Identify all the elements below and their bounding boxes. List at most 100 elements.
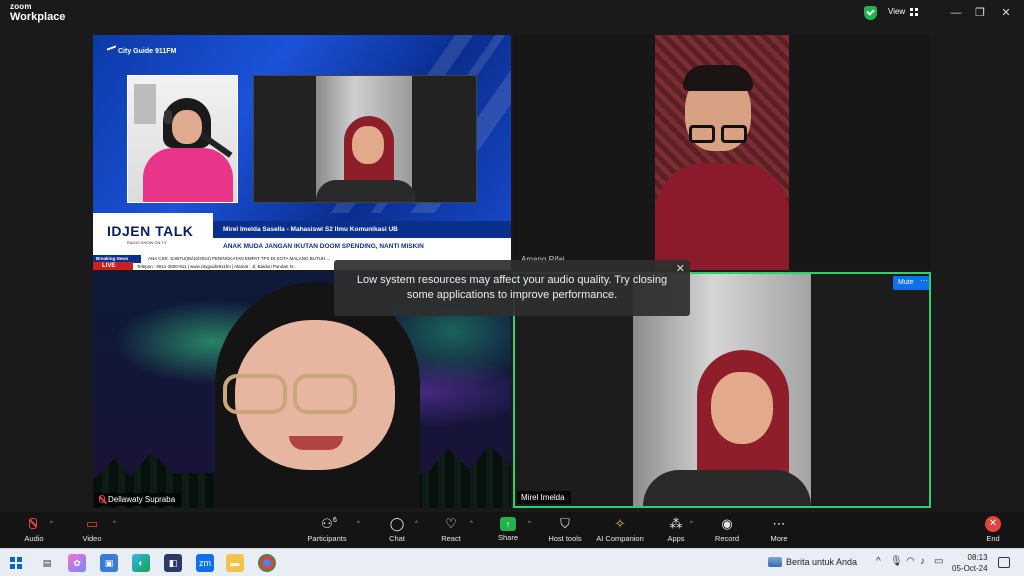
- participant-shoulders: [643, 470, 811, 506]
- video-tile-broadcast[interactable]: City Guide 911FM IDJEN TALK RADIO SHOW O…: [93, 35, 511, 270]
- heart-icon: ♡: [445, 516, 457, 531]
- audio-label: Audio: [24, 534, 44, 543]
- chat-label: Chat: [389, 534, 405, 543]
- share-options-chevron-icon[interactable]: ^: [528, 521, 531, 527]
- ticker-line-1: ANA CSR. SABTU(05/10/2024) PENINGKATAN E…: [148, 256, 331, 261]
- news-widget[interactable]: Berita untuk Anda: [768, 557, 857, 567]
- record-icon: ◉: [721, 516, 733, 531]
- participants-button[interactable]: ⚇ 6 Participants: [304, 516, 350, 543]
- guest-face: [352, 126, 384, 164]
- react-options-chevron-icon[interactable]: ^: [470, 521, 473, 527]
- participants-icon: ⚇ 6: [318, 516, 337, 532]
- shield-icon: ⛉: [560, 516, 570, 531]
- notification-message: Low system resources may affect your aud…: [356, 274, 668, 301]
- chat-options-chevron-icon[interactable]: ^: [415, 521, 418, 527]
- bird-icon: [107, 45, 116, 55]
- glasses-left: [223, 374, 287, 414]
- show-logo: IDJEN TALK RADIO SHOW ON TV: [93, 213, 213, 255]
- ai-companion-button[interactable]: ✧ AI Companion: [594, 516, 646, 543]
- chrome-icon[interactable]: [258, 554, 276, 572]
- system-clock[interactable]: 08:13 05-Oct-24: [952, 552, 988, 574]
- view-button[interactable]: View: [888, 7, 905, 16]
- video-button[interactable]: ▭ Video: [78, 516, 106, 543]
- file-explorer-icon[interactable]: ▬: [226, 554, 244, 572]
- participant-more-button[interactable]: ···: [917, 276, 929, 290]
- zoom-meeting-window: zoom Workplace View — ❐ ✕ City Guide 911…: [0, 0, 1024, 576]
- cityguide-logo: City Guide 911FM: [107, 45, 177, 55]
- apps-label: Apps: [667, 534, 685, 543]
- tray-chevron-icon[interactable]: ^: [876, 556, 881, 567]
- glasses-right: [293, 374, 357, 414]
- host-face: [172, 110, 202, 144]
- audio-button[interactable]: Audio: [20, 516, 48, 543]
- audio-options-chevron-icon[interactable]: ^: [50, 521, 53, 527]
- app-icon[interactable]: ◧: [164, 554, 182, 572]
- participant-face: [711, 372, 773, 444]
- windows-taskbar: ▤ ✿ ▣ ◐ ◧ zm ▬ Berita untuk Anda ^ 🎙 ◠ ♪…: [0, 548, 1024, 576]
- participants-label: Participants: [307, 534, 347, 543]
- notification-center-icon[interactable]: [998, 557, 1010, 568]
- task-view-icon[interactable]: ▤: [38, 554, 56, 572]
- share-button[interactable]: ↑ Share: [495, 516, 521, 542]
- apps-button[interactable]: ⁂ Apps: [664, 516, 688, 543]
- host-tools-button[interactable]: ⛉ Host tools: [544, 516, 586, 543]
- clock-date: 05-Oct-24: [952, 564, 988, 573]
- start-menu-icon[interactable]: [10, 557, 22, 569]
- brand-top: zoom: [10, 2, 32, 11]
- mute-participant-button[interactable]: Mute: [893, 276, 919, 290]
- name-tag-dellawaty: Dellawaty Supraba: [95, 493, 182, 506]
- copilot-icon[interactable]: ✿: [68, 554, 86, 572]
- participants-options-chevron-icon[interactable]: ^: [357, 521, 360, 527]
- more-button[interactable]: ⋯ More: [766, 516, 792, 543]
- zoom-taskbar-icon[interactable]: zm: [196, 554, 214, 572]
- restore-button[interactable]: ❐: [972, 5, 988, 21]
- sparkle-icon: ✧: [614, 516, 626, 531]
- cityguide-logo-text: City Guide 911FM: [118, 48, 177, 55]
- grid-view-icon[interactable]: [910, 8, 918, 16]
- battery-icon[interactable]: ▭: [934, 556, 943, 567]
- share-screen-icon: ↑: [500, 517, 516, 531]
- participant-name-mirel: Mirel Imelda: [521, 493, 565, 502]
- show-subtitle: RADIO SHOW ON TV: [127, 240, 167, 245]
- apps-options-chevron-icon[interactable]: ^: [690, 521, 693, 527]
- participant-name-dellawaty: Dellawaty Supraba: [108, 495, 176, 504]
- news-label: Berita untuk Anda: [786, 557, 858, 567]
- wifi-icon[interactable]: ◠: [906, 556, 915, 567]
- video-options-chevron-icon[interactable]: ^: [113, 521, 116, 527]
- show-name: IDJEN TALK: [107, 223, 194, 239]
- encryption-shield-icon[interactable]: [864, 6, 877, 20]
- studio-camera-feed: [127, 75, 238, 203]
- title-bar: zoom Workplace View — ❐ ✕: [0, 0, 1024, 28]
- guest-name-bar: Mirel Imelda Sasella - Mahasiswi S2 Ilmu…: [213, 221, 511, 238]
- glasses-right: [721, 125, 747, 143]
- close-notification-icon[interactable]: ✕: [676, 262, 685, 275]
- end-meeting-button[interactable]: ✕ End: [982, 516, 1004, 543]
- store-icon[interactable]: ▣: [100, 554, 118, 572]
- chat-icon: ◯: [389, 516, 405, 531]
- record-button[interactable]: ◉ Record: [712, 516, 742, 543]
- participant-hair: [683, 65, 753, 91]
- meeting-toolbar: Audio ^ ▭ Video ^ ⚇ 6 Participants ^ ◯ Ch…: [0, 512, 1024, 548]
- tray-mic-icon[interactable]: 🎙: [890, 556, 903, 567]
- news-icon: [768, 557, 782, 567]
- more-label: More: [770, 534, 788, 543]
- share-label: Share: [497, 533, 518, 542]
- zoom-logo: zoom Workplace: [10, 3, 65, 23]
- edge-icon[interactable]: ◐: [132, 554, 150, 572]
- volume-icon[interactable]: ♪: [920, 556, 925, 567]
- ai-companion-label: AI Companion: [596, 534, 644, 543]
- video-tile-amang-rifai[interactable]: Amang Rifai: [513, 35, 931, 270]
- host-tools-label: Host tools: [548, 534, 582, 543]
- participants-count: 6: [333, 517, 337, 524]
- close-window-button[interactable]: ✕: [998, 5, 1014, 21]
- mic-muted-icon: [25, 516, 43, 532]
- react-button[interactable]: ♡ React: [438, 516, 464, 543]
- name-tag-mirel: Mirel Imelda: [517, 491, 571, 504]
- chat-button[interactable]: ◯ Chat: [384, 516, 410, 543]
- video-label: Video: [82, 534, 102, 543]
- live-badge: LIVE: [93, 262, 133, 270]
- headline-bar: ANAK MUDA JANGAN IKUTAN DOOM SPENDING, N…: [213, 238, 511, 255]
- participant-body: [655, 163, 789, 270]
- brand-bottom: Workplace: [10, 11, 66, 23]
- minimize-button[interactable]: —: [948, 5, 964, 21]
